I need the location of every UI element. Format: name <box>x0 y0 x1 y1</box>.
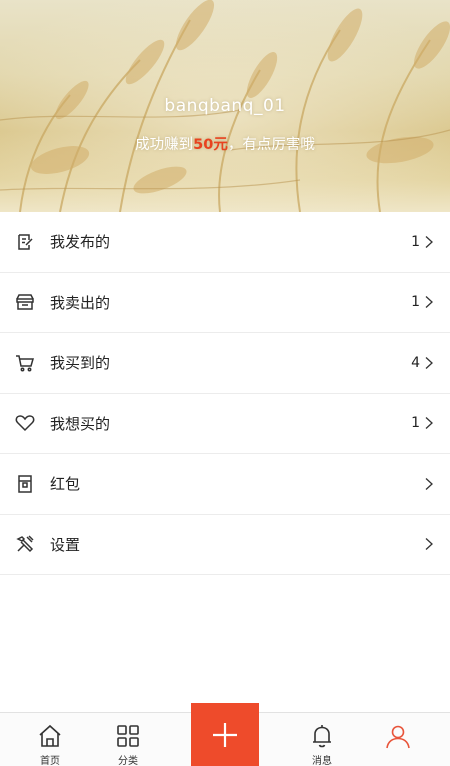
menu-item-count: 4 <box>411 354 420 371</box>
tab-messages[interactable]: 消息 <box>287 713 357 766</box>
user-icon <box>384 723 412 751</box>
plus-icon <box>213 722 237 747</box>
earnings-amount: 50元 <box>193 137 228 153</box>
menu-item-label: 我买到的 <box>50 354 111 373</box>
edit-icon <box>14 231 36 253</box>
chevron-right-icon <box>425 296 433 309</box>
menu-item-bought[interactable]: 我买到的 4 <box>0 333 450 394</box>
heart-icon <box>14 412 36 434</box>
menu-item-wishlist[interactable]: 我想买的 1 <box>0 393 450 454</box>
menu-item-label: 我想买的 <box>50 414 111 433</box>
chevron-right-icon <box>425 477 433 490</box>
menu-item-label: 红包 <box>50 475 81 494</box>
chevron-right-icon <box>425 235 433 248</box>
menu-item-count: 1 <box>411 233 420 250</box>
earnings-prefix: 成功赚到 <box>135 137 194 153</box>
tab-label: 消息 <box>312 756 332 766</box>
bell-icon <box>308 723 336 749</box>
home-icon <box>36 723 64 749</box>
chevron-right-icon <box>425 356 433 369</box>
red-envelope-icon <box>14 473 36 495</box>
profile-banner: banqbanq_01 成功赚到50元，有点厉害哦 <box>0 0 450 212</box>
username: banqbanq_01 <box>164 96 286 116</box>
menu-item-published[interactable]: 我发布的 1 <box>0 212 450 273</box>
menu-item-settings[interactable]: 设置 <box>0 514 450 575</box>
chevron-right-icon <box>425 417 433 430</box>
cart-icon <box>14 352 36 374</box>
chevron-right-icon <box>425 538 433 551</box>
earnings-suffix: ，有点厉害哦 <box>227 137 315 153</box>
profile-menu: 我发布的 1 我卖出的 1 我买到的 4 我想买的 1 红包 设置 <box>0 212 450 575</box>
menu-item-sold[interactable]: 我卖出的 1 <box>0 272 450 333</box>
publish-button[interactable] <box>191 703 259 766</box>
menu-item-red-envelope[interactable]: 红包 <box>0 454 450 515</box>
menu-item-label: 设置 <box>50 535 81 554</box>
wrench-icon <box>14 533 36 555</box>
grid-icon <box>114 723 142 749</box>
earnings-subline: 成功赚到50元，有点厉害哦 <box>0 133 450 154</box>
tab-profile[interactable] <box>363 713 433 766</box>
shop-icon <box>14 291 36 313</box>
menu-item-label: 我发布的 <box>50 233 111 252</box>
menu-item-count: 1 <box>411 294 420 311</box>
menu-item-label: 我卖出的 <box>50 293 111 312</box>
menu-item-count: 1 <box>411 415 420 432</box>
tab-label: 首页 <box>40 756 60 766</box>
tab-home[interactable]: 首页 <box>15 713 85 766</box>
tab-category[interactable]: 分类 <box>93 713 163 766</box>
tab-label: 分类 <box>118 756 138 766</box>
